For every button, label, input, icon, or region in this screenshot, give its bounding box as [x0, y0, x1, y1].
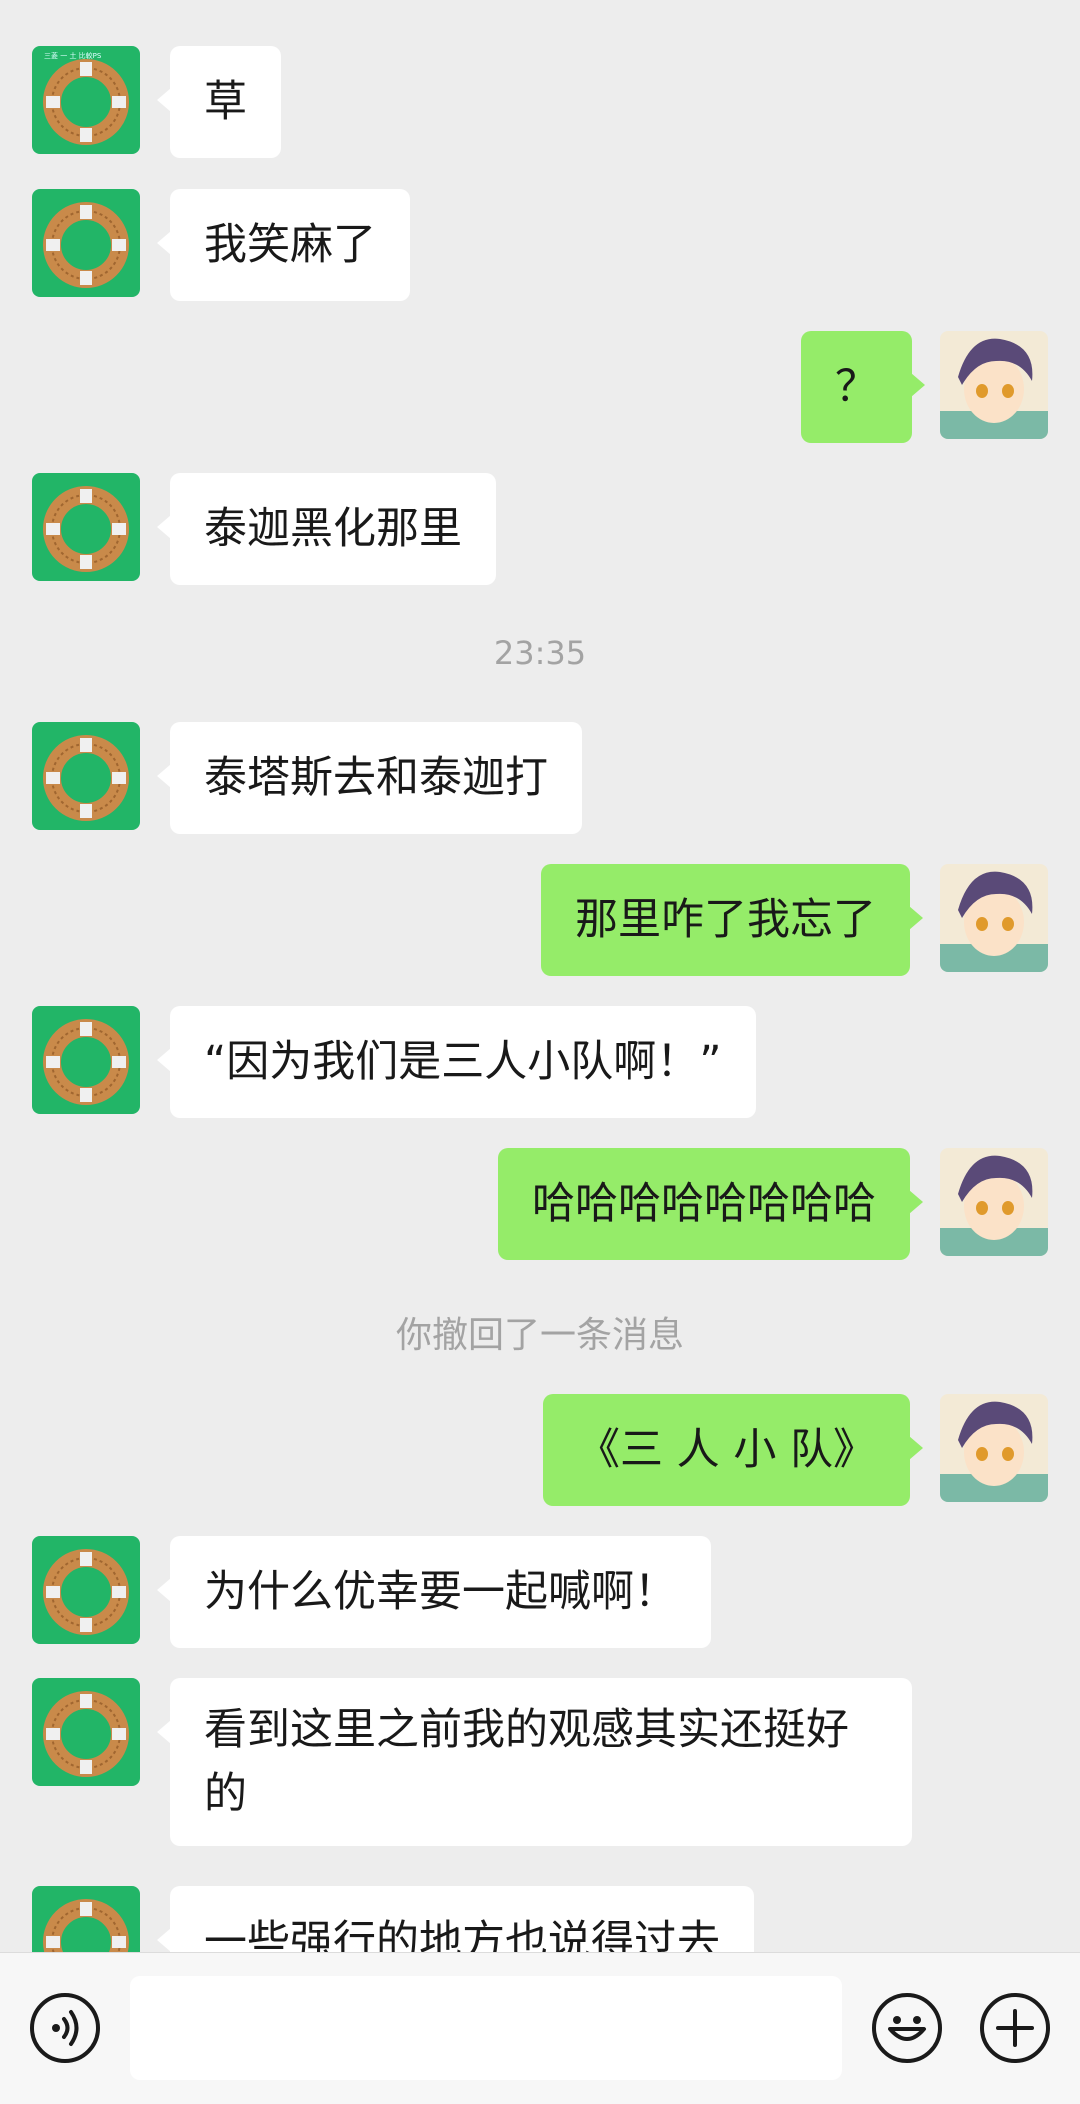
incoming-message[interactable]: 我笑麻了: [157, 189, 410, 301]
contact-avatar[interactable]: [32, 722, 140, 830]
my-avatar[interactable]: [940, 864, 1048, 972]
my-avatar[interactable]: [940, 331, 1048, 439]
incoming-message[interactable]: 泰迦黑化那里: [157, 473, 496, 585]
anime-avatar-icon: [940, 331, 1048, 439]
outgoing-message[interactable]: 那里咋了我忘了: [541, 864, 923, 976]
incoming-message[interactable]: 泰塔斯去和泰迦打: [157, 722, 582, 834]
chat-message-list[interactable]: 三菱 一 土 比較PS 草 我笑麻了 ？ 泰迦黑化那里 23:35 泰塔斯去和泰…: [0, 0, 1080, 1952]
message-input[interactable]: [130, 1976, 842, 2080]
more-functions-button[interactable]: [980, 1993, 1050, 2063]
anime-avatar-icon: [940, 1394, 1048, 1502]
contact-avatar[interactable]: [32, 1678, 140, 1786]
contact-avatar[interactable]: 三菱 一 土 比較PS: [32, 46, 140, 154]
coil-avatar-icon: [32, 1886, 140, 1952]
voice-mode-button[interactable]: [30, 1993, 100, 2063]
coil-avatar-icon: [32, 1006, 140, 1114]
incoming-message[interactable]: 草: [157, 46, 281, 158]
coil-avatar-icon: [32, 1536, 140, 1644]
emoji-icon: [888, 2016, 926, 2041]
coil-avatar-icon: [32, 473, 140, 581]
anime-avatar-icon: [940, 1148, 1048, 1256]
incoming-message[interactable]: 一些强行的地方也说得过去: [157, 1886, 754, 1952]
incoming-message[interactable]: 看到这里之前我的观感其实还挺好的: [157, 1678, 912, 1846]
chat-input-bar: [0, 1952, 1080, 2104]
contact-avatar[interactable]: [32, 473, 140, 581]
outgoing-message[interactable]: 《三 人 小 队》: [542, 1394, 924, 1506]
incoming-message[interactable]: 为什么优幸要一起喊啊！: [157, 1536, 711, 1648]
svg-text:三菱 一 土 比較PS: 三菱 一 土 比較PS: [44, 51, 102, 60]
contact-avatar[interactable]: [32, 1006, 140, 1114]
coil-avatar-icon: [32, 722, 140, 830]
message-timestamp: 23:35: [493, 634, 587, 672]
outgoing-message[interactable]: 哈哈哈哈哈哈哈哈: [498, 1148, 923, 1260]
contact-avatar[interactable]: [32, 1536, 140, 1644]
recall-notice: 你撤回了一条消息: [395, 1315, 684, 1356]
outgoing-message[interactable]: ？: [801, 331, 925, 443]
my-avatar[interactable]: [940, 1394, 1048, 1502]
anime-avatar-icon: [940, 864, 1048, 972]
coil-avatar-icon: [32, 1678, 140, 1786]
my-avatar[interactable]: [940, 1148, 1048, 1256]
contact-avatar[interactable]: [32, 1886, 140, 1952]
incoming-message[interactable]: “因为我们是三人小队啊！”: [157, 1006, 756, 1118]
voice-mode-icon: [52, 2010, 79, 2046]
emoji-button[interactable]: [872, 1993, 942, 2063]
contact-avatar[interactable]: [32, 189, 140, 297]
plus-icon: [996, 2009, 1034, 2047]
coil-avatar-icon: [32, 189, 140, 297]
coil-avatar-icon: 三菱 一 土 比較PS: [32, 46, 140, 154]
